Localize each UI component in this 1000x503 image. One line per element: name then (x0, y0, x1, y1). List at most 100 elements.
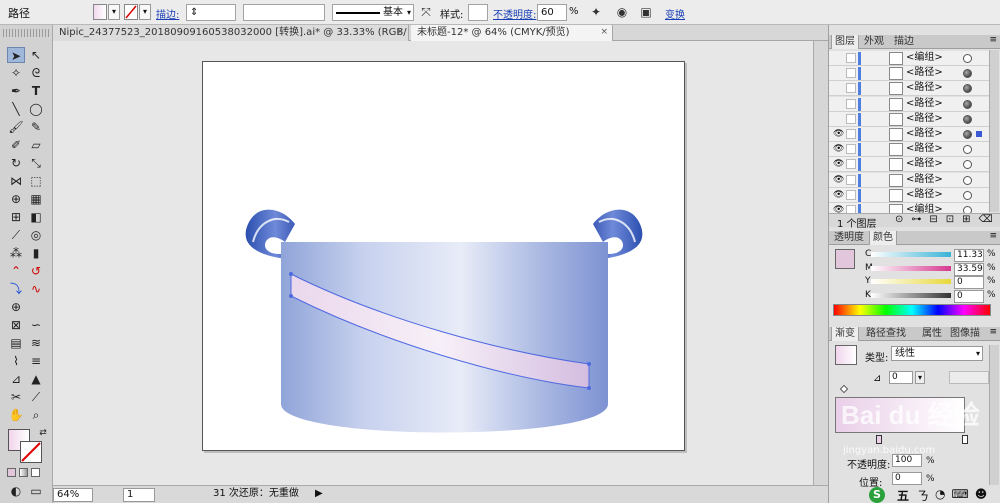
tab-image-trace[interactable]: 图像描 (947, 327, 983, 341)
canvas-scrollbar[interactable] (813, 41, 828, 485)
layer-row[interactable]: 👁 <路径> (829, 127, 989, 142)
eye-icon[interactable]: 👁 (833, 190, 844, 200)
pot-illustration[interactable] (203, 62, 686, 452)
layer-row[interactable]: <编组> (829, 51, 989, 66)
fill-dropdown[interactable]: ▾ (108, 4, 120, 20)
align-icon[interactable]: ▣ (638, 4, 654, 20)
lock-toggle[interactable] (846, 98, 856, 109)
ime-mode-2[interactable]: ㄋ (917, 487, 929, 503)
opacity-link[interactable]: 不透明度: (493, 6, 536, 21)
target-icon[interactable] (963, 99, 972, 109)
target-icon[interactable] (963, 190, 972, 200)
lock-toggle[interactable] (846, 189, 856, 200)
layer-row[interactable]: 👁 <路径> (829, 172, 989, 188)
layer-name[interactable]: <路径> (906, 142, 943, 156)
gradient-tool-icon[interactable]: ◧ (27, 209, 45, 225)
visibility-toggle[interactable] (833, 68, 843, 78)
width-tool-icon[interactable]: ⋈ (7, 173, 25, 189)
gradient-stop-right[interactable] (962, 435, 968, 444)
blend-tool-icon[interactable]: ◎ (27, 227, 45, 243)
eraser-tool-icon[interactable]: ▱ (27, 137, 45, 153)
channel-input[interactable]: 11.33 (954, 249, 984, 262)
ellipse-tool-icon[interactable]: ◯ (27, 101, 45, 117)
panel-grip[interactable] (3, 29, 49, 37)
layer-row[interactable]: <路径> (829, 66, 989, 82)
layer-name[interactable]: <路径> (906, 127, 943, 141)
scale-tool-icon[interactable]: ⤡ (27, 155, 45, 171)
stroke-weight-field[interactable]: ⇕ (186, 4, 236, 21)
layer-name[interactable]: <路径> (906, 97, 943, 111)
panel-menu-icon[interactable]: ≡ (989, 35, 997, 45)
anchor-point-tool-icon[interactable]: ⌃ (7, 263, 25, 279)
fill-swatch[interactable] (93, 4, 107, 20)
tab-gradient[interactable]: 渐变 (831, 327, 859, 341)
canvas-area[interactable] (53, 41, 828, 485)
channel-input[interactable]: 0 (954, 289, 984, 303)
reshape-tool-icon[interactable]: ⤵ (7, 281, 25, 297)
layer-row[interactable]: 👁 <路径> (829, 142, 989, 158)
target-icon[interactable] (963, 84, 972, 94)
eye-icon[interactable]: 👁 (833, 159, 844, 169)
none-mode-icon[interactable] (31, 468, 40, 477)
panel-menu-icon[interactable]: ≡ (989, 327, 997, 337)
channel-input[interactable]: 0 (954, 276, 984, 289)
aspect-input[interactable] (949, 371, 989, 384)
angle-dropdown[interactable]: ▾ (915, 371, 925, 384)
warp-tool-icon[interactable]: ∿ (27, 281, 45, 297)
doc-tab-2[interactable]: 未标题-12* @ 64% (CMYK/预览) × (411, 25, 613, 41)
stroke-swatch[interactable] (124, 4, 138, 20)
gradient-preview-swatch[interactable] (835, 345, 857, 365)
opacity-input[interactable]: 60 (537, 4, 567, 21)
direct-selection-tool-icon[interactable]: ↖ (27, 47, 45, 63)
symbol-sprayer-tool-icon[interactable]: ⁂ (7, 245, 25, 261)
eye-icon[interactable]: 👁 (833, 129, 844, 139)
lock-toggle[interactable] (846, 53, 856, 63)
lasso-tool-icon[interactable]: ᘓ (27, 65, 45, 81)
gradient-midpoint[interactable] (839, 384, 849, 394)
tab-pathfinder[interactable]: 路径查找 (863, 327, 909, 341)
hand-tool-icon[interactable]: ✋ (7, 407, 25, 423)
target-icon[interactable] (963, 54, 972, 63)
type-tool-icon[interactable]: T (27, 83, 45, 99)
color-spectrum[interactable] (833, 304, 991, 316)
rotate-tool-icon[interactable]: ↻ (7, 155, 25, 171)
tray-icons[interactable]: ◔⌨☻▦ (935, 487, 999, 503)
chart-tool-icon[interactable]: ▲ (27, 371, 45, 387)
layer-row[interactable]: <路径> (829, 96, 989, 112)
style-dropdown[interactable] (468, 4, 488, 21)
target-icon[interactable] (963, 160, 972, 170)
tab-color[interactable]: 颜色 (869, 231, 897, 245)
layer-name[interactable]: <路径> (906, 112, 943, 126)
tab-appearance[interactable]: 外观 (861, 35, 887, 49)
layer-name[interactable]: <编组> (906, 51, 943, 65)
pen-tool-icon[interactable]: ✒ (7, 83, 25, 99)
visibility-toggle[interactable] (833, 53, 843, 63)
mesh-tool-icon[interactable]: ⊞ (7, 209, 25, 225)
layer-name[interactable]: <路径> (906, 173, 943, 187)
target-icon[interactable] (963, 69, 972, 79)
channel-slider[interactable] (871, 252, 951, 257)
visibility-toggle[interactable] (833, 99, 843, 109)
perspective-grid-tool-icon[interactable]: ▦ (27, 191, 45, 207)
swap-colors-icon[interactable]: ⇄ (34, 425, 52, 441)
artboard-field[interactable]: 1 (123, 488, 155, 502)
lock-toggle[interactable] (846, 113, 856, 124)
eye-icon[interactable]: 👁 (833, 175, 844, 185)
zoom-field[interactable]: 64% (53, 488, 93, 502)
recolor-icon[interactable]: ✦ (588, 4, 604, 20)
stroke-profile-dropdown[interactable]: 基本 ▾ (332, 4, 414, 21)
smooth-tool-icon[interactable]: ↺ (27, 263, 45, 279)
draw-normal-icon[interactable]: ◐ (7, 483, 25, 499)
lock-toggle[interactable] (846, 129, 856, 139)
graph-tool-icon[interactable]: ⌇ (7, 353, 25, 369)
paintbrush-tool-icon[interactable]: 🖌 (7, 119, 25, 135)
channel-slider[interactable] (871, 265, 951, 271)
gradient-type-dropdown[interactable]: 线性 ▾ (891, 346, 983, 361)
close-icon[interactable]: × (396, 25, 404, 40)
gradient-scrollbar[interactable] (989, 345, 999, 485)
variable-width-dropdown[interactable] (243, 4, 325, 21)
screen-mode-icon[interactable]: ▭ (27, 483, 45, 499)
ime-mode[interactable]: 五 (897, 487, 909, 503)
target-icon[interactable] (963, 114, 972, 124)
transform-link[interactable]: 变换 (665, 6, 685, 21)
